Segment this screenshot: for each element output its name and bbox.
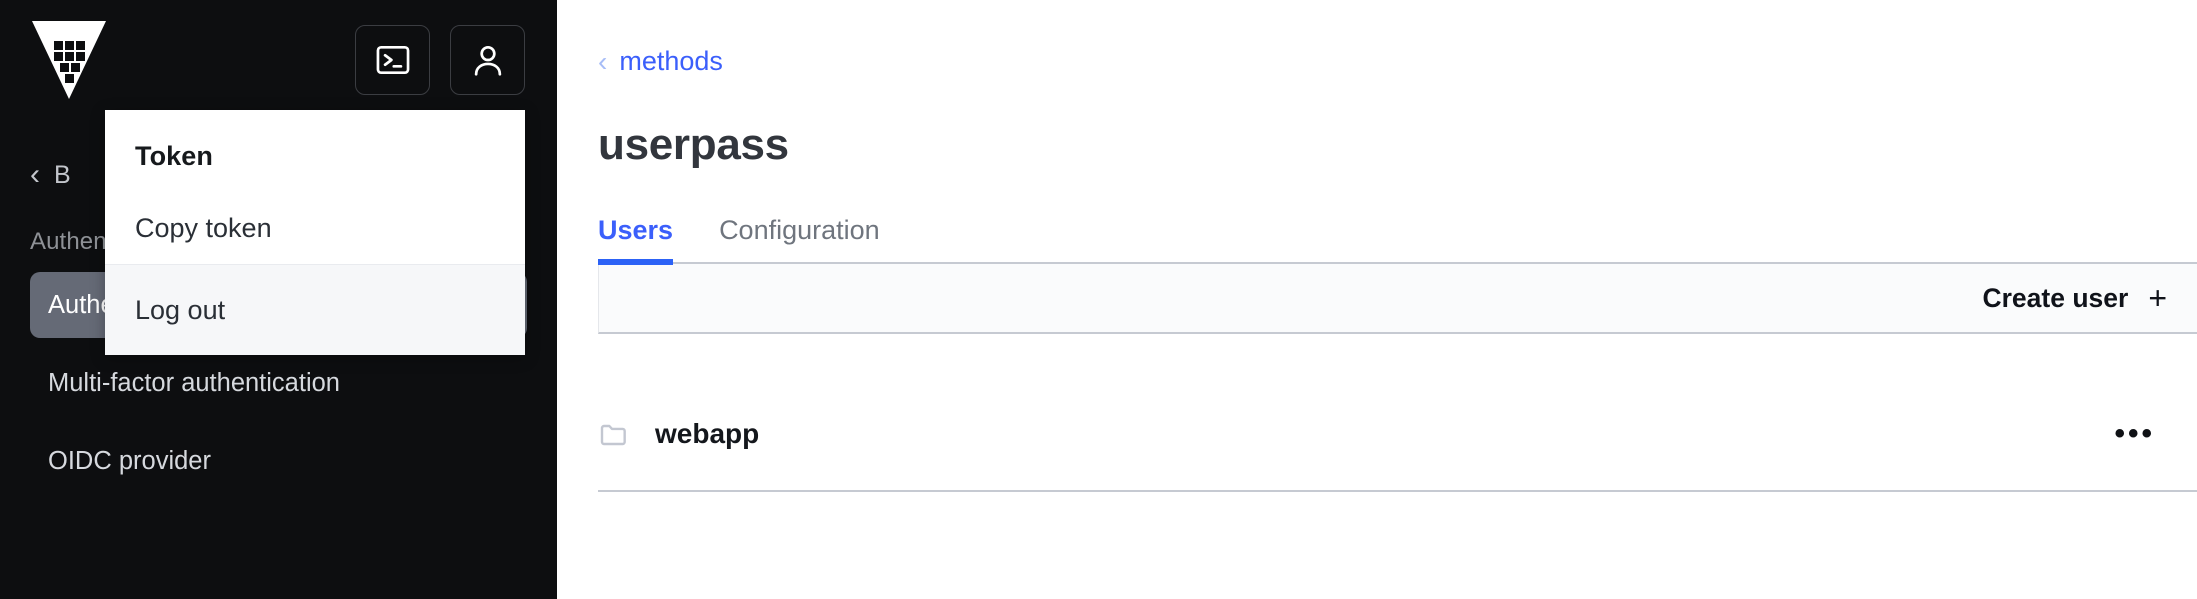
user-icon [469,41,507,79]
menu-item-copy-token[interactable]: Copy token [105,192,525,264]
menu-item-label: Copy token [135,212,272,243]
create-user-button[interactable]: Create user + [1982,282,2167,314]
tab-users[interactable]: Users [598,215,674,265]
sidebar-item-multi-factor-authentication[interactable]: Multi-factor authentication [30,350,527,416]
menu-item-label: Log out [135,294,226,325]
list-toolbar: Create user + [598,264,2197,334]
tab-bar: Users Configuration [598,206,2197,265]
row-content: webapp [598,418,2112,450]
tab-label: Users [598,215,674,245]
header-actions [355,25,525,95]
sidebar-item-label: OIDC provider [48,446,211,475]
sidebar: ‹ B Authentication Authentication method… [0,0,557,599]
vault-logo[interactable] [30,19,108,101]
tab-configuration[interactable]: Configuration [719,215,880,262]
sidebar-header [0,0,557,120]
terminal-icon [374,41,412,79]
tab-label: Configuration [719,215,880,245]
folder-icon [598,418,630,450]
vault-app: ‹ B Authentication Authentication method… [0,0,2197,599]
user-menu-title: Token [135,141,214,171]
create-user-label: Create user [1982,282,2129,313]
sidebar-item-oidc-provider[interactable]: OIDC provider [30,428,527,494]
plus-icon: + [2148,280,2167,316]
main-content: ‹ methods userpass Users Configuration C… [557,0,2197,599]
user-menu-bottom-group: Log out [105,264,525,355]
page-title: userpass [598,120,789,169]
table-row[interactable]: webapp ••• [598,378,2197,492]
chevron-left-icon: ‹ [30,158,40,191]
chevron-left-icon: ‹ [598,45,608,77]
user-menu-button[interactable] [450,25,525,95]
user-dropdown-menu: Token Copy token Log out [105,110,525,355]
row-label: webapp [655,418,760,449]
sidebar-item-label: Multi-factor authentication [48,368,340,397]
breadcrumb-link-methods[interactable]: methods [619,46,723,77]
sidebar-back-label: B [54,160,71,189]
row-overflow-menu-icon[interactable]: ••• [2112,413,2157,455]
breadcrumb: ‹ methods [598,46,2197,77]
console-toggle-button[interactable] [355,25,430,95]
menu-item-log-out[interactable]: Log out [105,265,525,355]
